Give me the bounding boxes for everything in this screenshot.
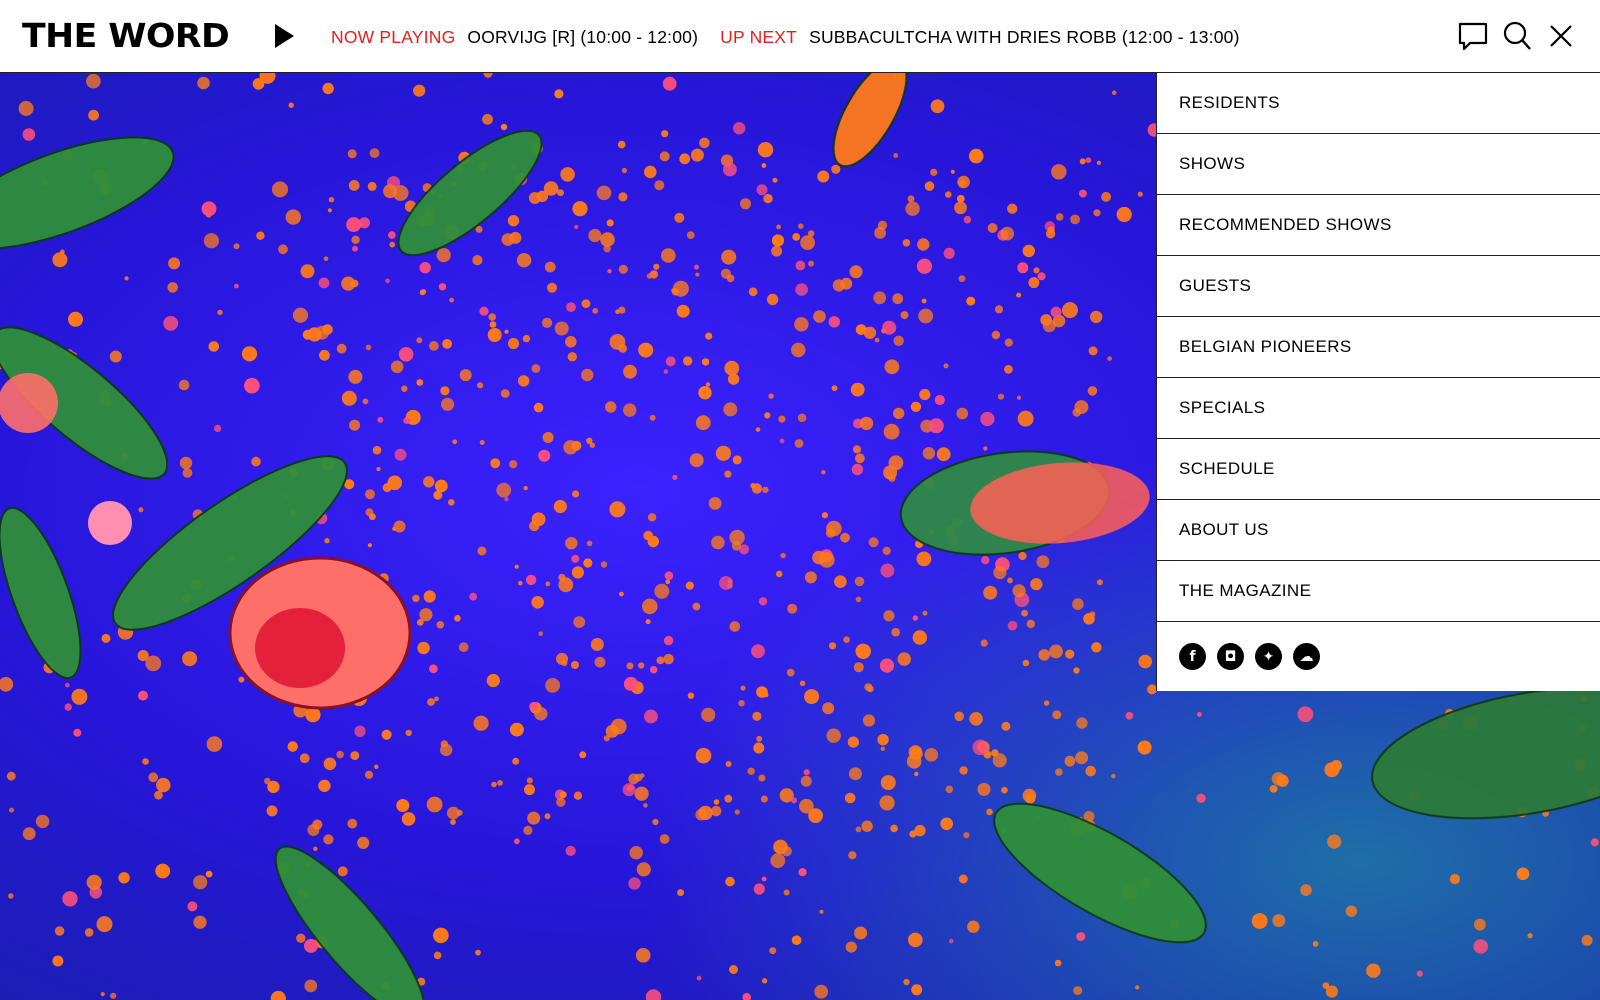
- menu-item-about-us[interactable]: ABOUT US: [1157, 500, 1600, 561]
- top-bar: THE WORD NOW PLAYING OORVIJG [R] (10:00 -…: [0, 0, 1600, 73]
- menu-item-label: RECOMMENDED SHOWS: [1179, 215, 1392, 234]
- menu-item-label: ABOUT US: [1179, 520, 1269, 539]
- play-icon[interactable]: [275, 24, 294, 48]
- now-playing-value[interactable]: OORVIJG [R] (10:00 - 12:00): [467, 27, 698, 47]
- menu-item-shows[interactable]: SHOWS: [1157, 134, 1600, 195]
- twitter-icon[interactable]: ✦: [1255, 643, 1282, 670]
- social-links: f ◘ ✦ ☁: [1157, 622, 1600, 691]
- search-icon[interactable]: [1502, 20, 1532, 52]
- up-next-label: UP NEXT: [720, 27, 798, 47]
- nav-menu-panel: RESIDENTS SHOWS RECOMMENDED SHOWS GUESTS…: [1156, 73, 1600, 691]
- mixcloud-icon[interactable]: ☁: [1293, 643, 1320, 670]
- instagram-icon[interactable]: ◘: [1217, 643, 1244, 670]
- chat-icon[interactable]: [1458, 20, 1488, 52]
- menu-item-label: SHOWS: [1179, 154, 1246, 173]
- up-next-value[interactable]: SUBBACULTCHA WITH DRIES ROBB (12:00 - 13…: [809, 27, 1240, 47]
- now-playing-ticker: NOW PLAYING OORVIJG [R] (10:00 - 12:00) UP…: [331, 27, 1240, 48]
- now-playing-label: NOW PLAYING: [331, 27, 456, 47]
- menu-item-label: RESIDENTS: [1179, 93, 1280, 112]
- menu-item-guests[interactable]: GUESTS: [1157, 256, 1600, 317]
- site-logo[interactable]: THE WORD: [22, 16, 230, 55]
- header-actions: [1458, 20, 1576, 52]
- menu-item-label: GUESTS: [1179, 276, 1252, 295]
- facebook-icon[interactable]: f: [1179, 643, 1206, 670]
- menu-item-schedule[interactable]: SCHEDULE: [1157, 439, 1600, 500]
- menu-item-label: BELGIAN PIONEERS: [1179, 337, 1352, 356]
- menu-item-recommended-shows[interactable]: RECOMMENDED SHOWS: [1157, 195, 1600, 256]
- menu-item-belgian-pioneers[interactable]: BELGIAN PIONEERS: [1157, 317, 1600, 378]
- close-icon[interactable]: [1546, 20, 1576, 52]
- menu-item-label: THE MAGAZINE: [1179, 581, 1312, 600]
- menu-item-label: SCHEDULE: [1179, 459, 1275, 478]
- menu-item-residents[interactable]: RESIDENTS: [1157, 73, 1600, 134]
- menu-item-the-magazine[interactable]: THE MAGAZINE: [1157, 561, 1600, 622]
- menu-item-label: SPECIALS: [1179, 398, 1266, 417]
- menu-item-specials[interactable]: SPECIALS: [1157, 378, 1600, 439]
